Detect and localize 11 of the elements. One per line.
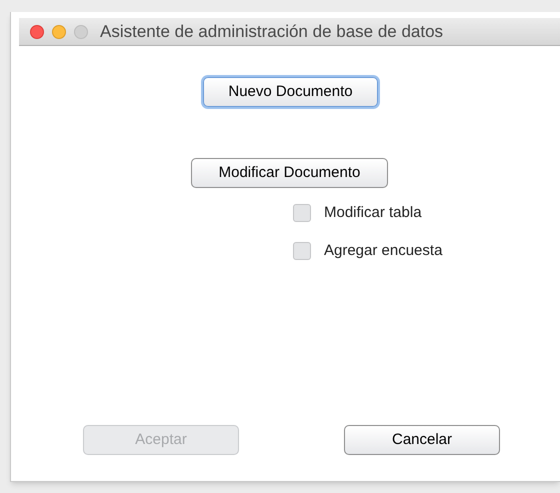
modify-document-button[interactable]: Modificar Documento	[191, 158, 388, 188]
close-button[interactable]	[30, 24, 44, 38]
window-title: Asistente de administración de base de datos	[100, 20, 444, 43]
checkbox[interactable]	[293, 242, 311, 260]
cancel-button[interactable]: Cancelar	[344, 425, 500, 455]
checkbox-label: Modificar tabla	[324, 203, 422, 223]
zoom-button[interactable]	[74, 24, 88, 38]
checkbox[interactable]	[293, 204, 311, 222]
checkbox-label: Agregar encuesta	[324, 240, 442, 260]
new-document-button[interactable]: Nuevo Documento	[203, 77, 378, 107]
minimize-button[interactable]	[52, 24, 66, 38]
